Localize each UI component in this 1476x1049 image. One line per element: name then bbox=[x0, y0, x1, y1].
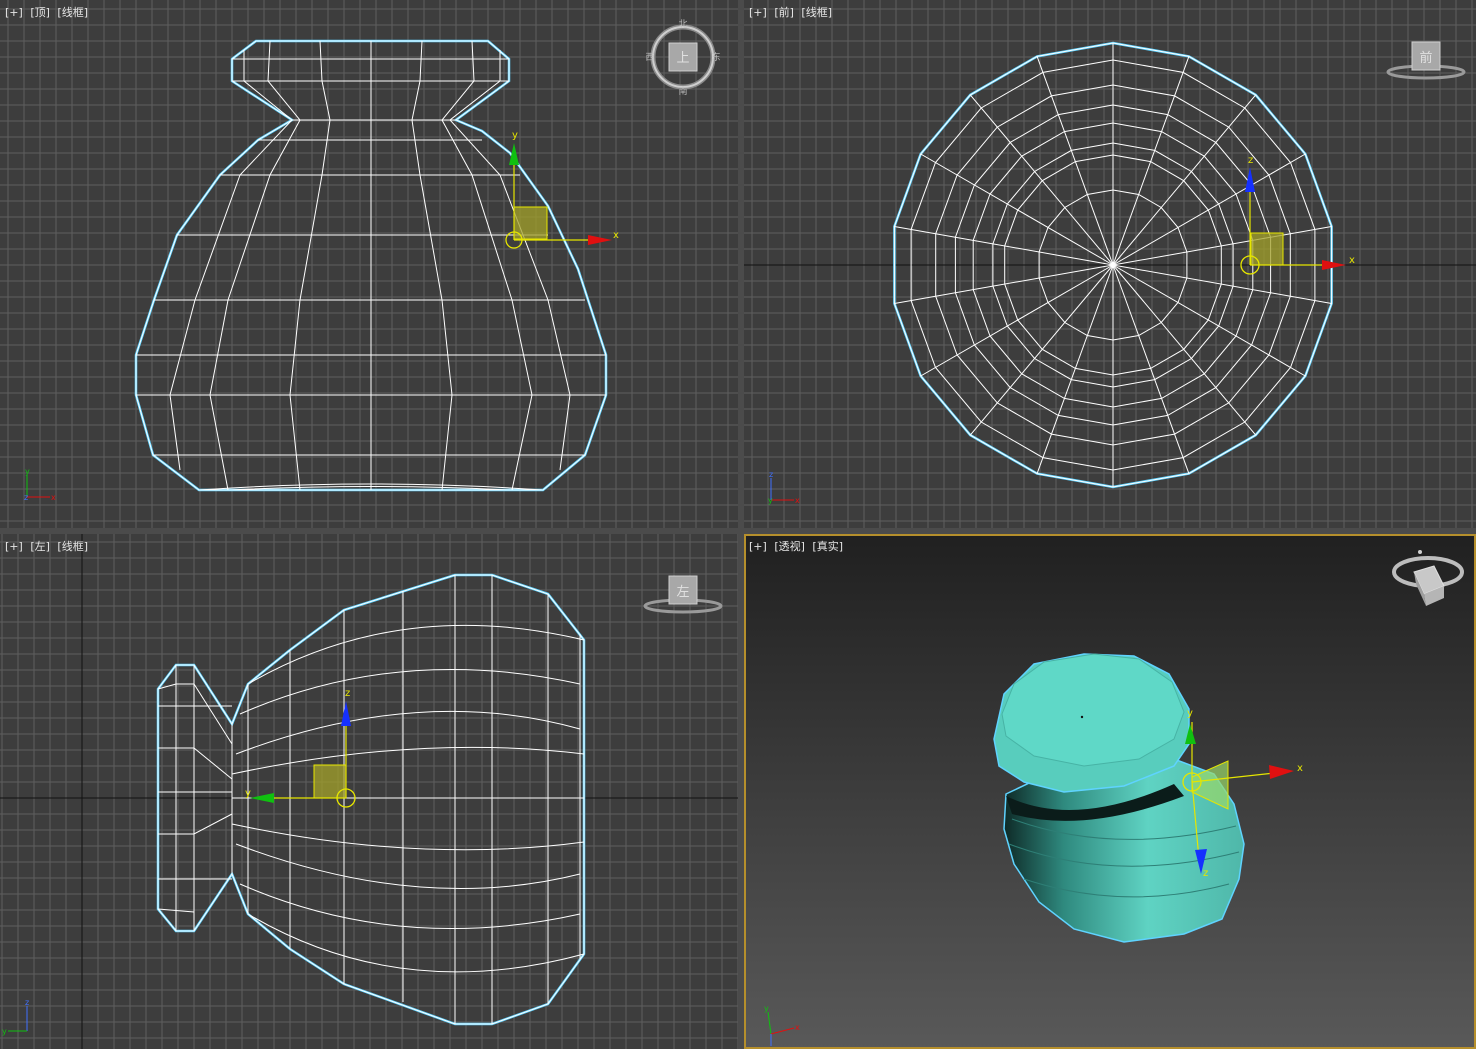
gizmo-y-label: y bbox=[512, 130, 518, 141]
viewport-left[interactable]: z y 左 z y [+] [左] [线框] bbox=[0, 534, 738, 1049]
viewport-front[interactable]: z x 前 z x y [+] [前] [线框] bbox=[744, 0, 1476, 528]
transform-gizmo[interactable]: z x bbox=[1240, 155, 1355, 275]
tripod-y: y bbox=[25, 467, 30, 476]
viewcube-face-label: 上 bbox=[676, 51, 689, 66]
viewcube-left[interactable]: 左 bbox=[643, 575, 723, 614]
viewport-shading-menu[interactable]: [线框] bbox=[801, 6, 832, 19]
gizmo-x-label: x bbox=[1349, 255, 1355, 266]
grid bbox=[0, 534, 738, 1049]
viewcube-top[interactable]: 上 北 南 西 东 bbox=[645, 19, 720, 97]
y-axis-arrow[interactable] bbox=[250, 793, 274, 803]
top-view-canvas[interactable]: y x 上 北 南 西 东 y x z bbox=[0, 0, 738, 528]
gizmo-z-label: z bbox=[345, 688, 350, 699]
x-axis-arrow[interactable] bbox=[1322, 260, 1346, 270]
viewport-top[interactable]: y x 上 北 南 西 东 y x z [+] [顶] [线框] bbox=[0, 0, 738, 528]
viewport-label-top[interactable]: [+] [顶] [线框] bbox=[5, 4, 92, 20]
axis-tripod: z y bbox=[2, 998, 29, 1036]
tripod-x: x bbox=[795, 496, 800, 505]
vase-wireframe-side[interactable] bbox=[156, 573, 586, 1026]
viewport-label-perspective[interactable]: [+] [透视] [真实] bbox=[749, 538, 847, 554]
tripod-z: z bbox=[769, 470, 773, 479]
gizmo-x-label: x bbox=[613, 230, 619, 241]
front-view-canvas[interactable]: z x 前 z x y bbox=[744, 0, 1476, 528]
viewport-view-menu[interactable]: [前] bbox=[774, 6, 794, 19]
gizmo-z-label: z bbox=[1248, 155, 1253, 166]
viewcube-face-label: 左 bbox=[676, 585, 689, 600]
viewport-shading-menu[interactable]: [真实] bbox=[812, 540, 843, 553]
gizmo-x-label: x bbox=[1297, 763, 1303, 774]
tripod-z: z bbox=[25, 998, 29, 1007]
tripod-x: x bbox=[795, 1023, 800, 1032]
viewport-view-menu[interactable]: [透视] bbox=[774, 540, 805, 553]
viewcube-perspective[interactable] bbox=[1392, 550, 1464, 606]
viewport-label-left[interactable]: [+] [左] [线框] bbox=[5, 538, 92, 554]
viewcube-south[interactable]: 南 bbox=[678, 85, 687, 97]
viewport-view-menu[interactable]: [顶] bbox=[30, 6, 50, 19]
grid bbox=[0, 0, 738, 528]
viewport-shading-menu[interactable]: [线框] bbox=[57, 540, 88, 553]
gizmo-z-label: z bbox=[1203, 868, 1208, 879]
perspective-view-canvas[interactable]: y x z y x bbox=[744, 534, 1476, 1049]
x-axis-arrow[interactable] bbox=[1269, 765, 1294, 779]
tripod-y: y bbox=[768, 496, 773, 505]
gizmo-y-label: y bbox=[245, 788, 251, 799]
viewport-label-front[interactable]: [+] [前] [线框] bbox=[749, 4, 836, 20]
transform-gizmo[interactable]: y x bbox=[505, 130, 619, 249]
z-axis-arrow[interactable] bbox=[341, 701, 351, 726]
viewport-plus-menu[interactable]: [+] bbox=[749, 6, 767, 19]
tripod-z: z bbox=[24, 493, 28, 502]
tripod-y: y bbox=[764, 1004, 769, 1013]
viewport-shading-menu[interactable]: [线框] bbox=[57, 6, 88, 19]
viewport-plus-menu[interactable]: [+] bbox=[5, 6, 23, 19]
tripod-x: x bbox=[51, 493, 56, 502]
gizmo-y-label: y bbox=[1187, 708, 1193, 719]
viewport-plus-menu[interactable]: [+] bbox=[5, 540, 23, 553]
left-view-canvas[interactable]: z y 左 z y bbox=[0, 534, 738, 1049]
viewcube-north[interactable]: 北 bbox=[678, 19, 687, 30]
tripod-y: y bbox=[2, 1027, 7, 1036]
viewport-perspective[interactable]: y x z y x [+] [透视] [真实] bbox=[744, 534, 1476, 1049]
viewport-plus-menu[interactable]: [+] bbox=[749, 540, 767, 553]
viewport-view-menu[interactable]: [左] bbox=[30, 540, 50, 553]
viewcube-face-label: 前 bbox=[1419, 50, 1432, 66]
viewcube-west[interactable]: 西 bbox=[645, 52, 654, 63]
viewcube-east[interactable]: 东 bbox=[711, 51, 720, 63]
axis-tripod: y x bbox=[764, 1004, 800, 1046]
